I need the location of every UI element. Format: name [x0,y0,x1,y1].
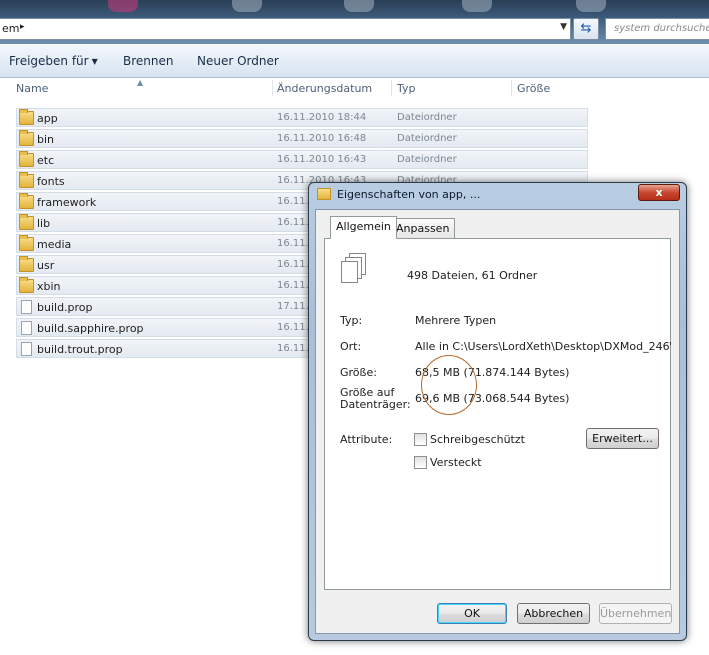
tab-customize[interactable]: Anpassen [390,218,456,238]
file-name: etc [37,154,55,167]
search-input[interactable]: system durchsuchen [605,18,709,40]
file-name: bin [37,133,55,146]
folder-icon [19,172,34,188]
file-name: fonts [37,175,65,188]
multiple-files-icon [339,253,369,287]
file-name: app [37,112,58,125]
dialog-body: Allgemein Anpassen 498 Dateien, 61 Ordne… [315,209,680,634]
dialog-title: Eigenschaften von app, ... [337,188,481,201]
advanced-button[interactable]: Erweitert... [586,428,659,449]
column-divider[interactable] [272,80,273,96]
list-item[interactable]: etc 16.11.2010 16:43 Dateiordner [16,150,588,169]
file-icon [21,342,32,356]
ok-button[interactable]: OK [437,603,507,624]
close-button[interactable]: x [638,184,680,201]
share-button[interactable]: Freigeben für ▼ [9,54,98,68]
file-type: Dateiordner [397,112,457,123]
divider [339,419,661,420]
column-divider[interactable] [511,80,512,96]
properties-dialog: Eigenschaften von app, ... x Allgemein A… [308,182,687,641]
hidden-checkbox[interactable] [414,456,427,469]
file-icon [21,300,32,314]
breadcrumb-separator-icon[interactable]: ▸ [20,22,25,32]
file-name: build.sapphire.prop [37,322,144,335]
taskbar-glow [344,0,374,12]
summary-text: 498 Dateien, 61 Ordner [407,269,538,282]
cancel-button[interactable]: Abbrechen [517,603,590,624]
folder-icon [19,256,34,272]
file-type: Dateiordner [397,154,457,165]
folder-icon [19,277,34,293]
address-bar[interactable]: em ▸ ▼ [0,18,571,40]
divider [339,299,661,300]
list-item[interactable]: bin 16.11.2010 16:48 Dateiordner [16,129,588,148]
folder-icon [19,235,34,251]
refresh-icon: ⇆ [580,21,592,36]
taskbar-glow [232,0,262,12]
folder-icon [19,193,34,209]
file-icon [21,321,32,335]
type-label: Typ: [340,314,363,327]
file-name: framework [37,196,97,209]
apply-button[interactable]: Übernehmen [599,603,672,624]
tab-general[interactable]: Allgemein [330,216,397,239]
column-header-name[interactable]: Name [16,82,48,95]
size-label: Größe: [340,366,377,379]
folder-icon [19,130,34,146]
refresh-button[interactable]: ⇆ [573,18,599,40]
list-item[interactable]: app 16.11.2010 18:44 Dateiordner [16,108,588,127]
file-type: Dateiordner [397,133,457,144]
taskbar-glow [108,0,138,12]
taskbar-glow [462,0,492,12]
column-header-type[interactable]: Typ [397,82,416,95]
taskbar-glow [576,0,606,12]
file-name: build.prop [37,301,93,314]
file-name: media [37,238,72,251]
file-name: build.trout.prop [37,343,123,356]
column-header-date[interactable]: Änderungsdatum [277,82,372,95]
column-header-size[interactable]: Größe [517,82,550,95]
general-tab-panel: 498 Dateien, 61 Ordner Typ: Mehrere Type… [324,238,671,590]
new-folder-button[interactable]: Neuer Ordner [197,54,279,68]
folder-icon [317,188,331,200]
file-name: usr [37,259,55,272]
breadcrumb[interactable]: em [2,22,19,35]
address-dropdown-icon[interactable]: ▼ [560,22,567,32]
location-label: Ort: [340,340,362,353]
attributes-label: Attribute: [340,433,393,446]
burn-button[interactable]: Brennen [123,54,173,68]
readonly-checkbox[interactable] [414,433,427,446]
disk-size-label-line2: Datenträger: [340,398,411,411]
share-label: Freigeben für [9,54,89,68]
chevron-down-icon: ▼ [91,57,98,66]
command-bar: Freigeben für ▼ Brennen Neuer Ordner [0,44,709,78]
readonly-label[interactable]: Schreibgeschützt [430,433,525,446]
file-date: 16.11.2010 16:48 [277,133,367,144]
sort-ascending-icon: ▲ [137,78,144,87]
file-date: 16.11.2010 18:44 [277,112,367,123]
location-value: Alle in C:\Users\LordXeth\Desktop\DXMod_… [415,340,671,353]
file-date: 16.11.2010 16:43 [277,154,367,165]
hidden-label[interactable]: Versteckt [430,456,482,469]
file-name: xbin [37,280,61,293]
folder-icon [19,151,34,167]
folder-icon [19,109,34,125]
folder-icon [19,214,34,230]
highlight-circle [421,355,477,415]
column-divider[interactable] [391,80,392,96]
file-name: lib [37,217,51,230]
type-value: Mehrere Typen [415,314,497,327]
